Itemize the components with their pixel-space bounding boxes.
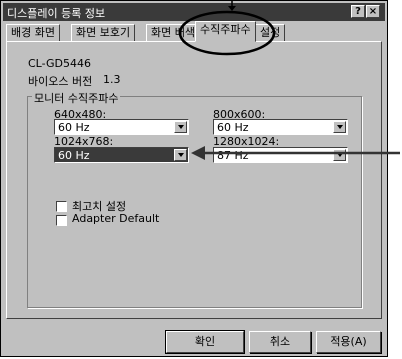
chevron-down-icon[interactable] xyxy=(174,149,187,161)
mode-800-select[interactable]: 60 Hz xyxy=(213,119,348,135)
chevron-down-icon[interactable] xyxy=(333,149,346,161)
display-properties-dialog: 디스플레이 등록 정보 ? × 배경 화면 화면 보호기 화면 배색 수직주파수… xyxy=(0,0,388,357)
mode-1280-value: 87 Hz xyxy=(217,149,249,162)
apply-button[interactable]: 적용(A) xyxy=(316,331,381,353)
title-bar[interactable]: 디스플레이 등록 정보 ? × xyxy=(3,3,385,21)
tab-screen-saver[interactable]: 화면 보호기 xyxy=(71,24,136,41)
mode-800-value: 60 Hz xyxy=(217,121,249,134)
help-button[interactable]: ? xyxy=(351,5,365,18)
cancel-button[interactable]: 취소 xyxy=(249,331,311,353)
tab-settings[interactable]: 설정 xyxy=(255,24,286,41)
mode-640-select[interactable]: 60 Hz xyxy=(54,119,189,135)
mode-1024-select[interactable]: 60 Hz xyxy=(54,147,189,163)
optimal-checkbox[interactable] xyxy=(56,201,67,212)
ok-button[interactable]: 확인 xyxy=(165,330,245,354)
tab-refresh-rate[interactable]: 수직주파수 xyxy=(195,21,256,42)
bios-version-value: 1.3 xyxy=(103,73,121,86)
tab-background[interactable]: 배경 화면 xyxy=(6,24,60,41)
chevron-down-icon[interactable] xyxy=(333,121,346,133)
tab-appearance[interactable]: 화면 배색 xyxy=(146,24,200,41)
mode-640-value: 60 Hz xyxy=(58,121,90,134)
chevron-down-icon[interactable] xyxy=(174,121,187,133)
close-button[interactable]: × xyxy=(366,5,380,18)
mode-1280-select[interactable]: 87 Hz xyxy=(213,147,348,163)
monitor-refresh-group-title: 모니터 수직주파수 xyxy=(32,90,121,106)
adapter-default-checkbox[interactable] xyxy=(56,215,67,226)
window-title: 디스플레이 등록 정보 xyxy=(7,7,106,20)
adapter-default-label: Adapter Default xyxy=(72,212,160,225)
mode-1024-value: 60 Hz xyxy=(58,149,90,162)
adapter-name: CL-GD5446 xyxy=(28,57,91,70)
bios-version-label: 바이오스 버전 xyxy=(28,75,93,88)
